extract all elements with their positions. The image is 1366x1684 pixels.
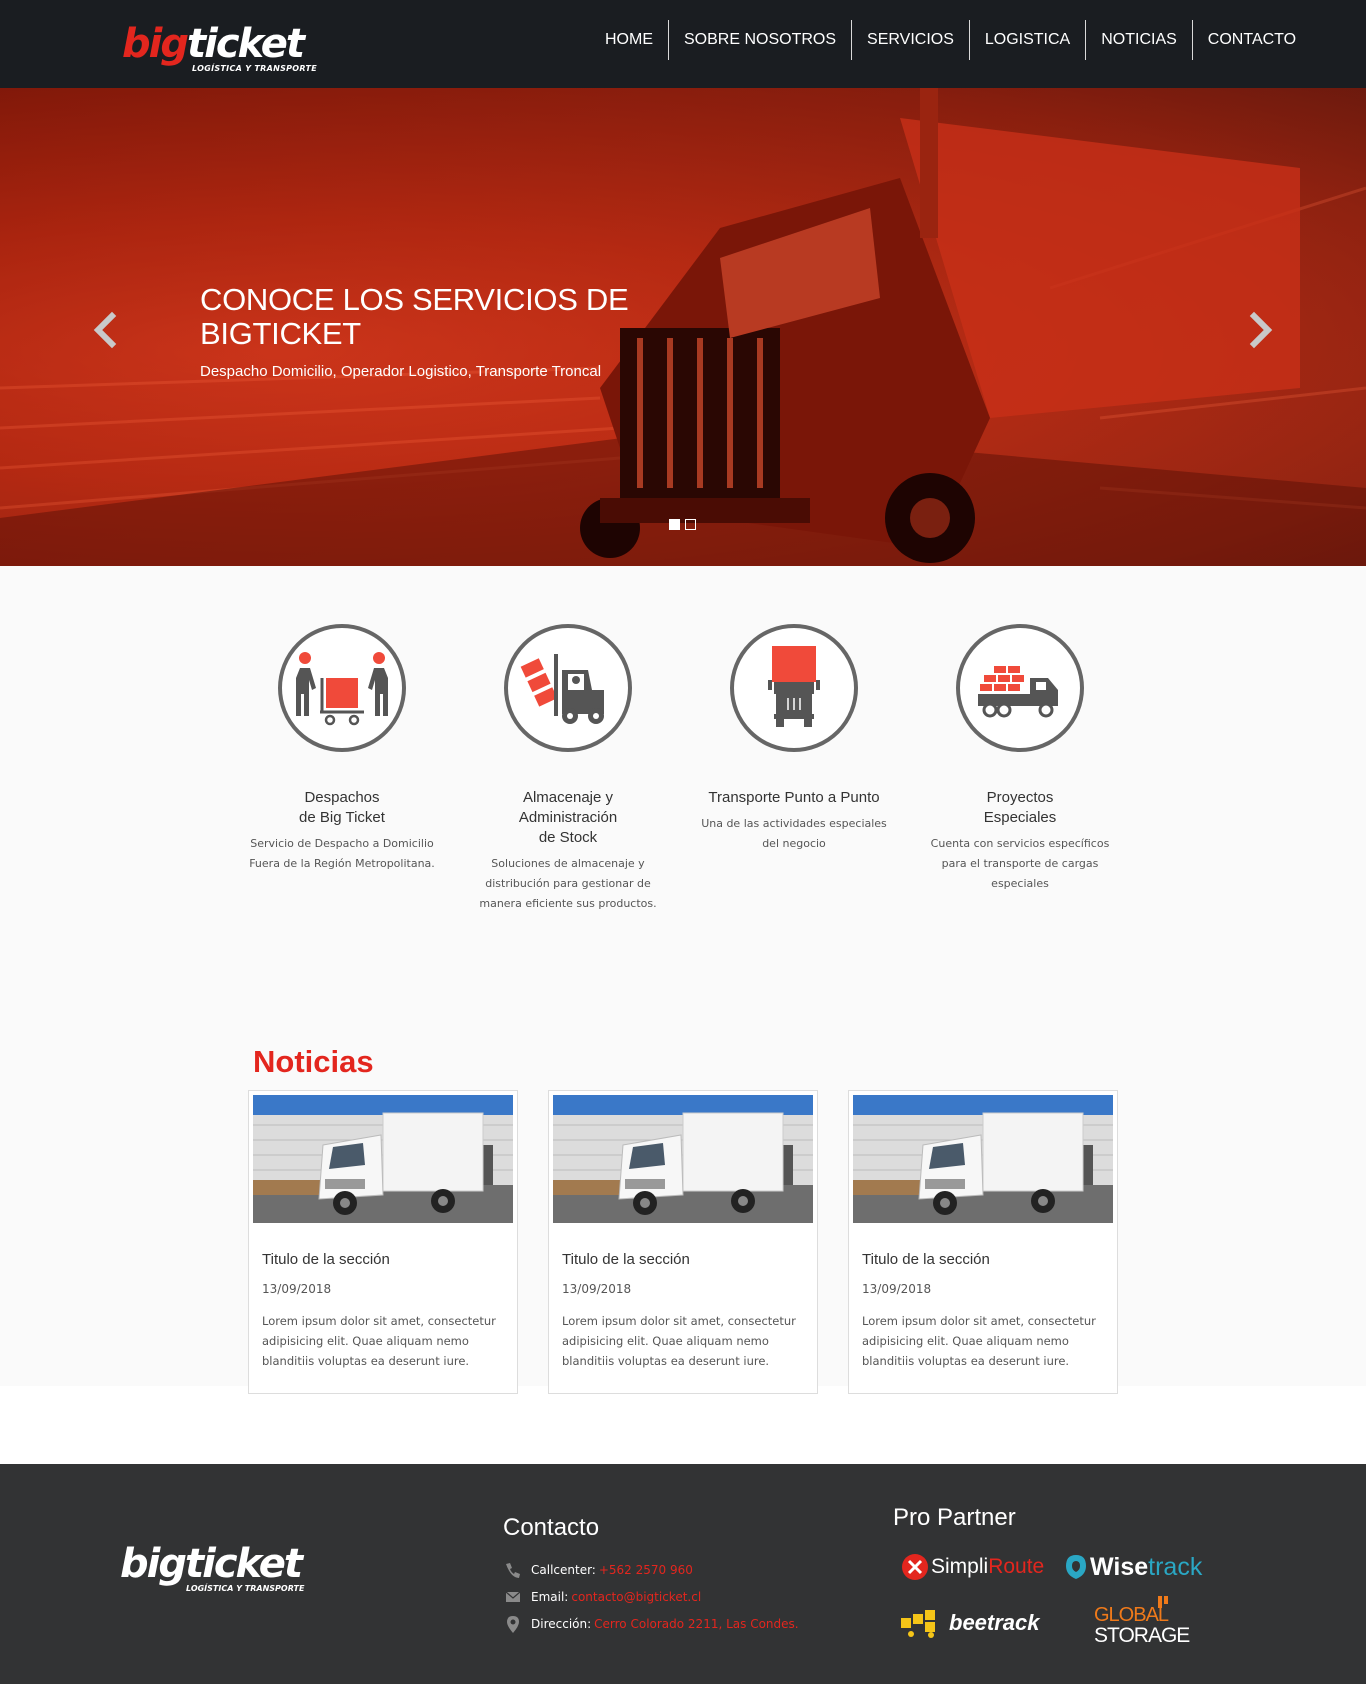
service-icon-circle	[956, 624, 1084, 752]
news-card-date: 13/09/2018	[562, 1282, 632, 1296]
service-title: Almacenaje y Administración de Stock	[518, 789, 618, 846]
envelope-icon	[505, 1591, 521, 1602]
simpliroute-icon	[902, 1554, 928, 1580]
people-cart-icon	[296, 652, 388, 726]
footer: bigticket LOGÍSTICA Y TRANSPORTE Contact…	[0, 1464, 1366, 1684]
service-icon-circle	[504, 624, 632, 752]
news-card-text: Lorem ipsum dolor sit amet, consectetur …	[862, 1314, 1096, 1368]
news-card-text: Lorem ipsum dolor sit amet, consectetur …	[562, 1314, 796, 1368]
nav-logistica[interactable]: LOGISTICA	[968, 20, 1085, 60]
footer-email-row: Email: contacto@bigticket.cl	[503, 1583, 799, 1610]
brand-name-part1: big	[122, 21, 189, 67]
beetrack-icon	[901, 1610, 935, 1638]
footer-brand-part2: ticket	[184, 1541, 303, 1587]
service-title: Despachos de Big Ticket	[299, 789, 385, 826]
news-card[interactable]: Titulo de la sección 13/09/2018 Lorem ip…	[848, 1090, 1118, 1394]
hero-subtitle: Despacho Domicilio, Operador Logistico, …	[200, 363, 602, 380]
callcenter-value[interactable]: +562 2570 960	[599, 1563, 693, 1577]
news-heading: Noticias	[253, 1044, 374, 1079]
service-icon-circle	[730, 624, 858, 752]
service-icon-circle	[278, 624, 406, 752]
hero-title: CONOCE LOS SERVICIOS DE BIGTICKET	[200, 282, 629, 351]
carousel-dot-2[interactable]	[685, 519, 696, 530]
truck-front-icon	[768, 646, 820, 727]
service-title: Proyectos Especiales	[983, 789, 1057, 826]
email-label: Email:	[531, 1589, 569, 1604]
footer-contact-heading: Contacto	[503, 1514, 600, 1541]
service-despachos[interactable]: Despachos de Big Ticket Servicio de Desp…	[247, 624, 437, 874]
nav-noticias[interactable]: NOTICIAS	[1085, 20, 1192, 60]
service-description: Una de las actividades especiales del ne…	[701, 817, 887, 850]
top-navbar: bigticket LOGÍSTICA Y TRANSPORTE HOME SO…	[0, 0, 1366, 88]
brand-name-part2: ticket	[186, 21, 305, 67]
carousel-next-arrow-icon[interactable]	[1246, 310, 1276, 350]
phone-icon	[506, 1562, 520, 1578]
partners-heading: Pro Partner	[893, 1504, 1016, 1531]
map-pin-icon	[507, 1615, 519, 1633]
address-value[interactable]: Cerro Colorado 2211, Las Condes.	[594, 1617, 798, 1631]
nav-contacto[interactable]: CONTACTO	[1191, 20, 1311, 60]
email-value[interactable]: contacto@bigticket.cl	[571, 1590, 701, 1604]
wisetrack-icon	[1066, 1555, 1086, 1579]
partner-simpliroute-logo[interactable]: Simpli Route	[901, 1550, 1044, 1584]
news-card-title[interactable]: Titulo de la sección	[862, 1251, 990, 1268]
delivery-truck-image	[253, 1095, 513, 1223]
news-card-image	[253, 1095, 513, 1223]
footer-brand-tagline: LOGÍSTICA Y TRANSPORTE	[186, 1584, 305, 1593]
cargo-truck-icon	[978, 666, 1058, 718]
footer-logo[interactable]: bigticket LOGÍSTICA Y TRANSPORTE	[120, 1541, 304, 1593]
wisetrack-text-a: Wise	[1090, 1552, 1149, 1581]
forklift-icon	[520, 654, 604, 724]
news-card-title[interactable]: Titulo de la sección	[262, 1251, 390, 1268]
carousel-indicators	[669, 519, 696, 530]
brand-tagline: LOGÍSTICA Y TRANSPORTE	[192, 64, 318, 73]
nav-servicios[interactable]: SERVICIOS	[851, 20, 969, 60]
nav-sobre-nosotros[interactable]: SOBRE NOSOTROS	[668, 20, 851, 60]
news-card-date: 13/09/2018	[262, 1282, 332, 1296]
service-description: Servicio de Despacho a Domicilio Fuera d…	[249, 837, 435, 870]
service-description: Soluciones de almacenaje y distribución …	[479, 857, 657, 910]
address-label: Dirección:	[531, 1616, 592, 1631]
hero-carousel: CONOCE LOS SERVICIOS DE BIGTICKET Despac…	[0, 88, 1366, 566]
service-proyectos[interactable]: Proyectos Especiales Cuenta con servicio…	[925, 624, 1115, 894]
simpliroute-text-b: Route	[988, 1555, 1045, 1578]
service-transporte[interactable]: Transporte Punto a Punto Una de las acti…	[699, 624, 889, 854]
main-menu: HOME SOBRE NOSOTROS SERVICIOS LOGISTICA …	[590, 20, 1311, 60]
footer-callcenter-row: Callcenter: +562 2570 960	[503, 1556, 799, 1583]
partner-wisetrack-logo[interactable]: Wise track	[1064, 1550, 1202, 1584]
news-card-image	[553, 1095, 813, 1223]
footer-address-row: Dirección: Cerro Colorado 2211, Las Cond…	[503, 1610, 799, 1637]
carousel-prev-arrow-icon[interactable]	[90, 310, 120, 350]
nav-home[interactable]: HOME	[590, 20, 668, 60]
news-card-image	[853, 1095, 1113, 1223]
beetrack-text: beetrack	[949, 1610, 1040, 1635]
brand-logo[interactable]: bigticket LOGÍSTICA Y TRANSPORTE	[122, 24, 322, 76]
news-card[interactable]: Titulo de la sección 13/09/2018 Lorem ip…	[248, 1090, 518, 1394]
wisetrack-text-b: track	[1148, 1552, 1203, 1581]
footer-partners: Pro Partner	[893, 1504, 1016, 1532]
news-card-text: Lorem ipsum dolor sit amet, consectetur …	[262, 1314, 496, 1368]
news-card-date: 13/09/2018	[862, 1282, 932, 1296]
footer-contact: Contacto Callcenter: +562 2570 960 Email…	[503, 1514, 799, 1637]
service-description: Cuenta con servicios específicos para el…	[930, 837, 1110, 890]
delivery-truck-image	[553, 1095, 813, 1223]
global-storage-text-b: STORAGE	[1094, 1624, 1190, 1647]
callcenter-label: Callcenter:	[531, 1562, 596, 1577]
hero-caption: CONOCE LOS SERVICIOS DE BIGTICKET Despac…	[200, 282, 660, 381]
service-almacenaje[interactable]: Almacenaje y Administración de Stock Sol…	[473, 624, 663, 914]
global-storage-mark-2	[1164, 1596, 1168, 1604]
news-card[interactable]: Titulo de la sección 13/09/2018 Lorem ip…	[548, 1090, 818, 1394]
footer-brand-part1: big	[120, 1541, 187, 1587]
news-card-title[interactable]: Titulo de la sección	[562, 1251, 690, 1268]
carousel-dot-1[interactable]	[669, 519, 680, 530]
delivery-truck-image	[853, 1095, 1113, 1223]
partner-beetrack-logo[interactable]: beetrack	[899, 1606, 1040, 1640]
simpliroute-text-a: Simpli	[931, 1555, 989, 1578]
service-title: Transporte Punto a Punto	[708, 789, 880, 806]
